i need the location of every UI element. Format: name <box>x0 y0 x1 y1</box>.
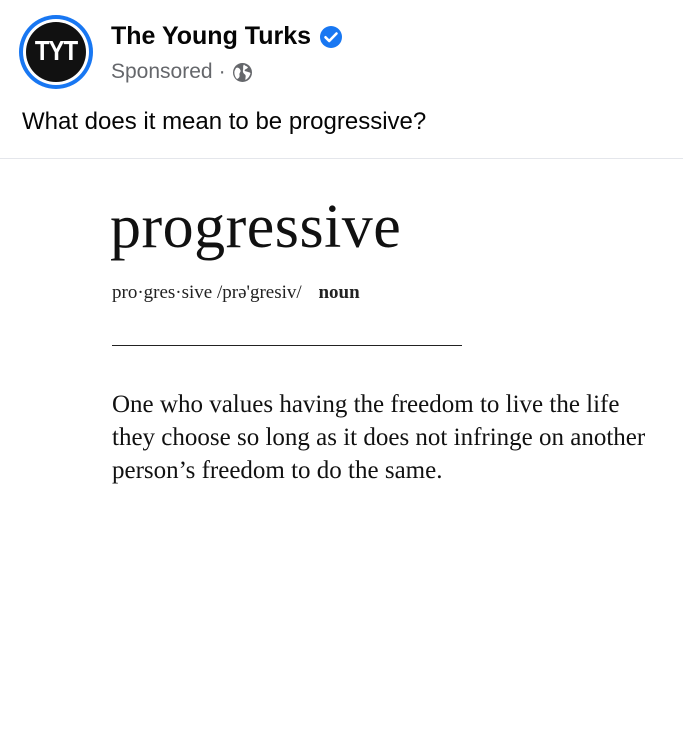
sponsored-post: TYT The Young Turks Sponsored · What doe… <box>0 0 683 738</box>
page-name-row: The Young Turks <box>111 22 343 51</box>
meta-separator: · <box>218 60 226 83</box>
pronunciation-row: pro·gres·sive /prə'gresiv/ noun <box>112 282 360 304</box>
avatar-logo: TYT <box>26 22 86 82</box>
definition-rule <box>112 345 462 346</box>
sponsored-label[interactable]: Sponsored <box>111 60 213 84</box>
definition-text: One who values having the freedom to liv… <box>112 391 646 484</box>
page-name-link[interactable]: The Young Turks <box>111 22 311 51</box>
pronunciation: /prə'gresiv/ <box>217 282 302 303</box>
post-caption: What does it mean to be progressive? <box>22 108 427 135</box>
verified-badge-icon <box>319 25 343 49</box>
globe-icon[interactable] <box>232 62 253 83</box>
avatar-ring: TYT <box>23 19 89 85</box>
dictionary-word: progressive <box>110 193 402 261</box>
post-header: TYT The Young Turks Sponsored · <box>0 0 683 100</box>
syllables: pro·gres·sive <box>112 282 213 303</box>
post-meta: Sponsored · <box>111 60 253 84</box>
avatar-logo-text: TYT <box>34 35 78 67</box>
page-avatar[interactable]: TYT <box>19 15 93 89</box>
part-of-speech: noun <box>318 282 360 303</box>
